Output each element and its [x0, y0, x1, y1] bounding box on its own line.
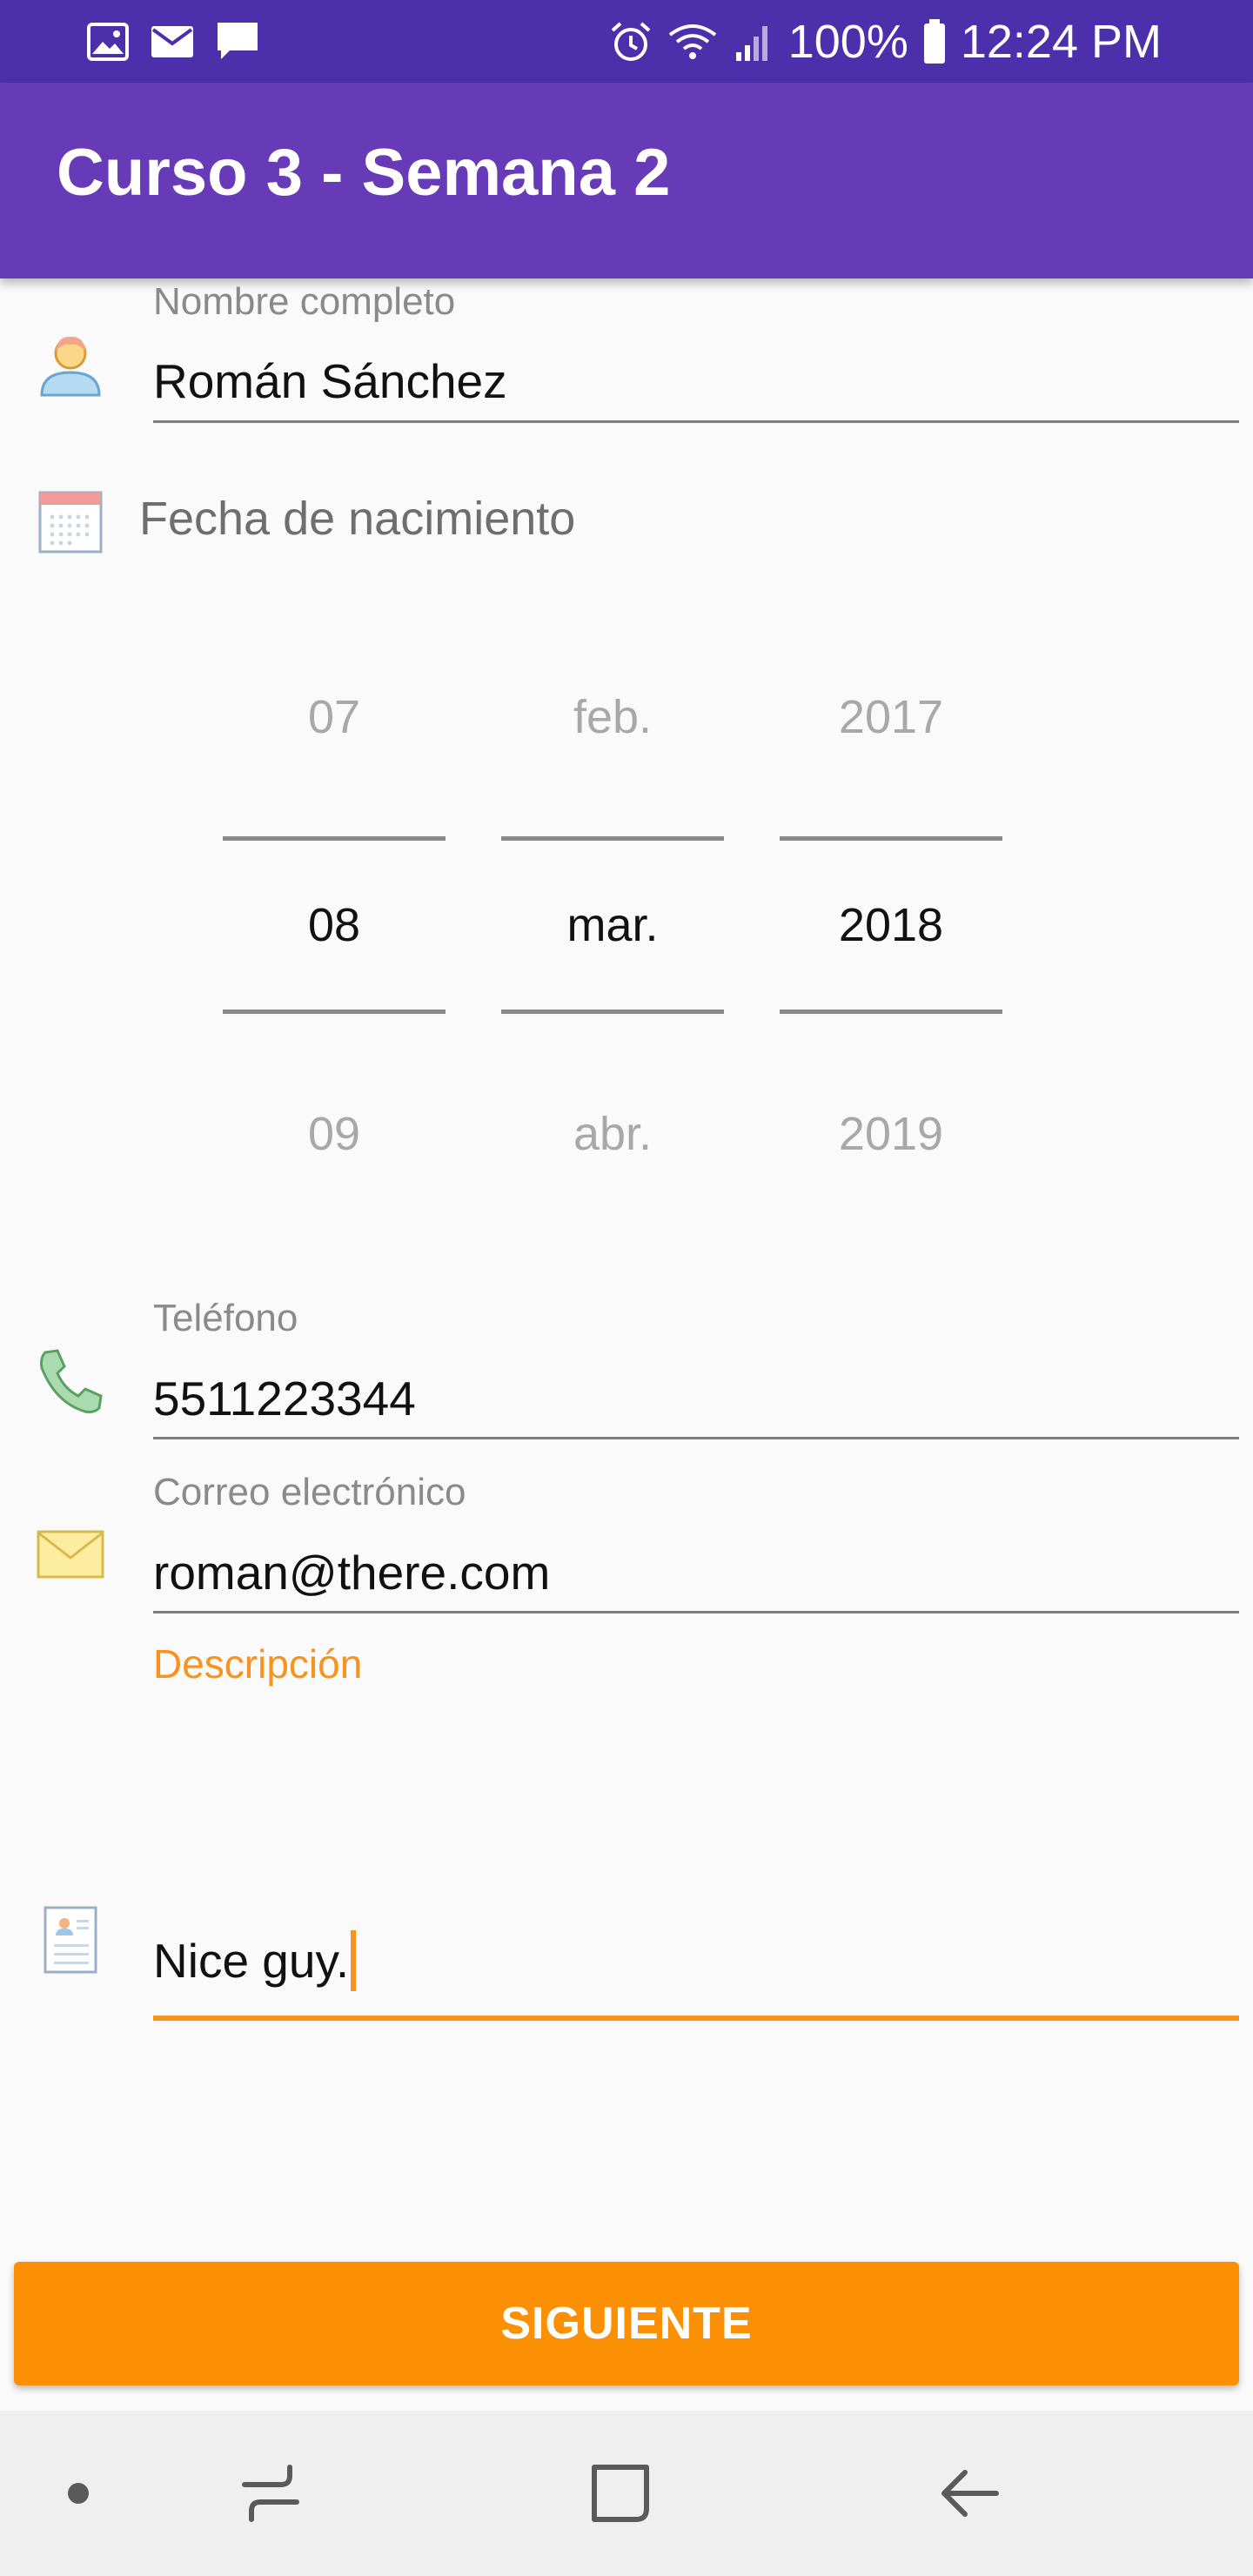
day-prev[interactable]: 07	[223, 690, 446, 744]
day-selected[interactable]: 08	[223, 898, 446, 952]
phone-underline	[153, 1437, 1239, 1439]
system-status: 100% 12:24 PM	[609, 14, 1162, 70]
email-underline	[153, 1611, 1239, 1613]
day-next[interactable]: 09	[223, 1107, 446, 1161]
name-underline	[153, 420, 1239, 423]
phone-input[interactable]: 5511223344	[153, 1371, 416, 1426]
image-icon	[87, 23, 129, 61]
dot-icon[interactable]	[39, 2454, 117, 2532]
phone-icon	[40, 1349, 103, 1413]
app-title: Curso 3 - Semana 2	[57, 136, 671, 210]
signal-icon	[735, 26, 767, 61]
status-bar: 100% 12:24 PM	[0, 0, 1253, 83]
home-icon[interactable]	[581, 2454, 660, 2532]
month-divider-top	[501, 836, 724, 841]
recents-icon[interactable]	[231, 2454, 310, 2532]
day-divider-top	[223, 836, 446, 841]
back-icon[interactable]	[931, 2454, 1009, 2532]
month-prev[interactable]: feb.	[501, 690, 724, 744]
year-divider-top	[780, 836, 1002, 841]
message-icon	[218, 23, 258, 59]
email-label: Correo electrónico	[153, 1471, 466, 1513]
wifi-icon	[668, 24, 716, 59]
user-icon	[40, 336, 101, 397]
alarm-icon	[611, 22, 651, 61]
clock: 12:24 PM	[960, 16, 1162, 68]
day-divider-bottom	[223, 1010, 446, 1014]
year-prev[interactable]: 2017	[780, 690, 1002, 744]
year-next[interactable]: 2019	[780, 1107, 1002, 1161]
notification-icons	[87, 19, 259, 64]
year-divider-bottom	[780, 1010, 1002, 1014]
month-next[interactable]: abr.	[501, 1107, 724, 1161]
year-selected[interactable]: 2018	[780, 898, 1002, 952]
birth-date-label: Fecha de nacimiento	[139, 493, 576, 545]
month-selected[interactable]: mar.	[501, 898, 724, 952]
name-label: Nombre completo	[153, 280, 456, 323]
text-cursor	[351, 1930, 357, 1991]
description-underline	[153, 2016, 1239, 2021]
phone-label: Teléfono	[153, 1297, 298, 1339]
envelope-icon	[37, 1530, 104, 1579]
name-input[interactable]: Román Sánchez	[153, 353, 507, 409]
contact-card-icon	[44, 1906, 97, 1974]
app-bar: Curso 3 - Semana 2	[0, 83, 1253, 278]
description-text: Nice guy.	[153, 1934, 350, 1988]
battery-icon	[923, 19, 945, 64]
next-button[interactable]: SIGUIENTE	[14, 2262, 1239, 2385]
battery-percent: 100%	[787, 16, 908, 68]
email-input[interactable]: roman@there.com	[153, 1545, 550, 1600]
navigation-bar	[0, 2411, 1253, 2576]
description-input[interactable]: Nice guy.	[153, 1930, 357, 1991]
mail-icon	[151, 26, 193, 57]
description-label: Descripción	[153, 1641, 363, 1687]
calendar-icon	[38, 491, 103, 553]
month-divider-bottom	[501, 1010, 724, 1014]
